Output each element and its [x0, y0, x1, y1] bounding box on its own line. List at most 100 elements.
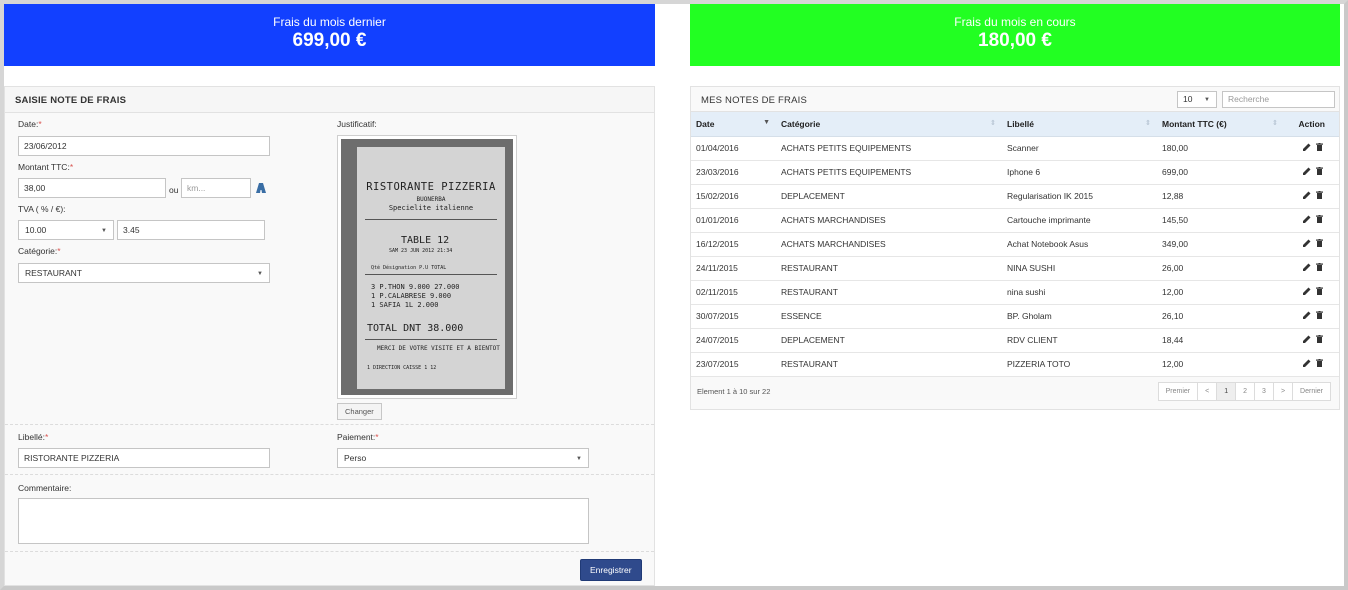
cell-action	[1284, 328, 1339, 353]
pagination-page-1[interactable]: 1	[1217, 383, 1237, 400]
amount-input[interactable]: 38,00	[18, 178, 166, 198]
chevron-down-icon: ▼	[101, 228, 107, 234]
cell-date: 30/07/2015	[691, 304, 776, 329]
sort-icon: ⇕	[1145, 120, 1151, 127]
cell-label: nina sushi	[1002, 280, 1157, 305]
category-label: Catégorie:*	[18, 246, 61, 256]
chevron-down-icon: ▼	[257, 271, 263, 277]
receipt-image: RISTORANTE PIZZERIA BUONERBA Specielite …	[337, 135, 517, 399]
comment-label: Commentaire:	[18, 483, 72, 493]
receipt-name: RISTORANTE PIZZERIA	[366, 181, 496, 193]
receipt-paper: RISTORANTE PIZZERIA BUONERBA Specielite …	[357, 147, 505, 389]
cell-category: ESSENCE	[776, 304, 1002, 329]
cell-label: RDV CLIENT	[1002, 328, 1157, 353]
edit-icon[interactable]	[1303, 215, 1311, 225]
pagination-next[interactable]: >	[1274, 383, 1294, 400]
edit-icon[interactable]	[1303, 239, 1311, 249]
edit-icon[interactable]	[1303, 167, 1311, 177]
cell-category: ACHATS PETITS EQUIPEMENTS	[776, 160, 1002, 185]
expense-form-panel: SAISIE NOTE DE FRAIS Date:* 23/06/2012 M…	[4, 86, 655, 586]
delete-icon[interactable]	[1316, 263, 1323, 273]
pagination-page-3[interactable]: 3	[1255, 383, 1274, 400]
edit-icon[interactable]	[1303, 143, 1311, 153]
cell-category: DEPLACEMENT	[776, 184, 1002, 209]
delete-icon[interactable]	[1316, 239, 1323, 249]
cell-date: 24/07/2015	[691, 328, 776, 353]
cell-category: RESTAURANT	[776, 280, 1002, 305]
column-header-label[interactable]: Libellé ⇕	[1002, 112, 1157, 137]
edit-icon[interactable]	[1303, 359, 1311, 369]
save-button[interactable]: Enregistrer	[580, 559, 642, 581]
cell-action	[1284, 208, 1339, 233]
receipt-table: TABLE 12	[401, 235, 450, 246]
delete-icon[interactable]	[1316, 311, 1323, 321]
column-header-amount[interactable]: Montant TTC (€) ⇕	[1157, 112, 1284, 137]
sort-desc-icon: ▼	[763, 119, 770, 126]
edit-icon[interactable]	[1303, 287, 1311, 297]
tva-label: TVA ( % / €):	[18, 204, 66, 214]
page-size-value: 10	[1183, 94, 1193, 104]
column-header-date[interactable]: Date ▼	[691, 112, 776, 137]
payment-label: Paiement:*	[337, 432, 379, 442]
change-receipt-button[interactable]: Changer	[337, 403, 382, 420]
cell-date: 23/03/2016	[691, 160, 776, 185]
delete-icon[interactable]	[1316, 359, 1323, 369]
tva-rate-value: 10.00	[25, 225, 47, 235]
date-input[interactable]: 23/06/2012	[18, 136, 270, 156]
expense-table: Date ▼ Catégorie ⇕ Libellé ⇕ Montant TTC (€…	[691, 112, 1339, 377]
tva-amount-input[interactable]: 3.45	[117, 220, 265, 240]
cell-label: Regularisation IK 2015	[1002, 184, 1157, 209]
table-row: 02/11/2015 RESTAURANT nina sushi 12,00	[691, 280, 1339, 305]
sort-icon: ⇕	[1272, 120, 1278, 127]
cell-category: ACHATS MARCHANDISES	[776, 208, 1002, 233]
edit-icon[interactable]	[1303, 311, 1311, 321]
delete-icon[interactable]	[1316, 167, 1323, 177]
cell-date: 15/02/2016	[691, 184, 776, 209]
cell-label: Iphone 6	[1002, 160, 1157, 185]
delete-icon[interactable]	[1316, 335, 1323, 345]
cell-label: PIZZERIA TOTO	[1002, 352, 1157, 377]
current-month-banner: Frais du mois en cours 180,00 €	[690, 4, 1340, 66]
payment-select[interactable]: Perso ▼	[337, 448, 589, 468]
receipt-header: Qté Désignation P.U TOTAL	[371, 265, 447, 271]
libelle-input[interactable]: RISTORANTE PIZZERIA	[18, 448, 270, 468]
delete-icon[interactable]	[1316, 191, 1323, 201]
edit-icon[interactable]	[1303, 191, 1311, 201]
road-icon[interactable]	[256, 183, 266, 195]
table-row: 15/02/2016 DEPLACEMENT Regularisation IK 2…	[691, 184, 1339, 209]
receipt-label: Justificatif:	[337, 119, 377, 129]
table-row: 16/12/2015 ACHATS MARCHANDISES Achat Noteb…	[691, 232, 1339, 257]
cell-amount: 12,00	[1157, 352, 1284, 377]
pagination-first[interactable]: Premier	[1159, 383, 1199, 400]
delete-icon[interactable]	[1316, 215, 1323, 225]
column-header-category[interactable]: Catégorie ⇕	[776, 112, 1002, 137]
pagination-last[interactable]: Dernier	[1293, 383, 1330, 400]
comment-textarea[interactable]	[18, 498, 589, 544]
cell-category: ACHATS MARCHANDISES	[776, 232, 1002, 257]
form-title: SAISIE NOTE DE FRAIS	[5, 87, 654, 113]
cell-action	[1284, 136, 1339, 161]
pagination-page-2[interactable]: 2	[1236, 383, 1256, 400]
delete-icon[interactable]	[1316, 287, 1323, 297]
cell-action	[1284, 184, 1339, 209]
table-row: 30/07/2015 ESSENCE BP. Gholam 26,10	[691, 304, 1339, 329]
category-select[interactable]: RESTAURANT ▼	[18, 263, 270, 283]
page-size-select[interactable]: 10 ▼	[1177, 91, 1217, 108]
km-input[interactable]: km...	[181, 178, 251, 198]
delete-icon[interactable]	[1316, 143, 1323, 153]
cell-category: ACHATS PETITS EQUIPEMENTS	[776, 136, 1002, 161]
search-input[interactable]: Recherche	[1222, 91, 1335, 108]
cell-action	[1284, 280, 1339, 305]
pagination-prev[interactable]: <	[1198, 383, 1218, 400]
libelle-label: Libellé:*	[18, 432, 49, 442]
edit-icon[interactable]	[1303, 335, 1311, 345]
cell-category: DEPLACEMENT	[776, 328, 1002, 353]
expense-list-panel: MES NOTES DE FRAIS 10 ▼ Recherche Date ▼ …	[690, 86, 1340, 410]
cell-date: 01/01/2016	[691, 208, 776, 233]
cell-date: 24/11/2015	[691, 256, 776, 281]
current-month-label: Frais du mois en cours	[954, 15, 1076, 29]
receipt-footer: 1 DIRECTION CAISSE 1 12	[367, 365, 437, 371]
tva-rate-select[interactable]: 10.00 ▼	[18, 220, 114, 240]
edit-icon[interactable]	[1303, 263, 1311, 273]
cell-action	[1284, 160, 1339, 185]
